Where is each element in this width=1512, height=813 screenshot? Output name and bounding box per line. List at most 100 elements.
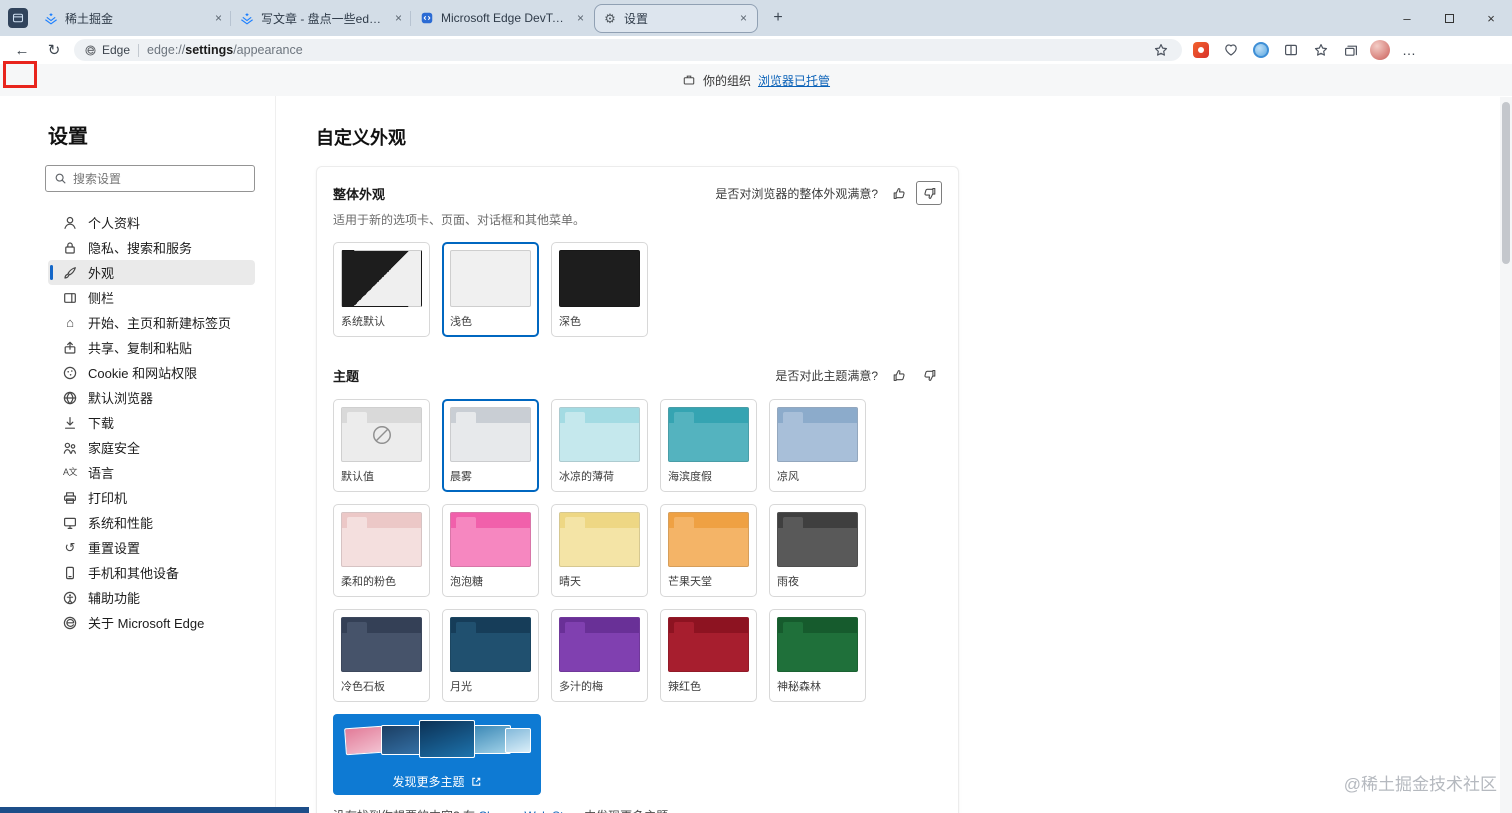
copilot-badge (1253, 42, 1269, 58)
appearance-option-dark[interactable]: 深色 (551, 242, 648, 337)
phone-icon (62, 565, 78, 581)
sidebar-item-label: 下载 (88, 413, 114, 432)
tab-close-icon[interactable]: × (575, 11, 586, 25)
refresh-button[interactable]: ↻ (42, 38, 66, 62)
close-icon: × (1487, 11, 1495, 26)
sidebar-item-start-home-new-tabs[interactable]: ⌂ 开始、主页和新建标签页 (48, 310, 255, 335)
sidebar-item-appearance[interactable]: 外观 (48, 260, 255, 285)
site-info-badge[interactable]: Edge (84, 43, 130, 57)
thumbs-down-button[interactable] (916, 181, 942, 205)
sidebar-item-profile[interactable]: 个人资料 (48, 210, 255, 235)
sidebar-item-downloads[interactable]: 下载 (48, 410, 255, 435)
sidebar-item-label: 关于 Microsoft Edge (88, 613, 204, 632)
tab-close-icon[interactable]: × (393, 11, 404, 25)
overall-appearance-heading: 整体外观 (333, 184, 385, 203)
theme-preview (668, 617, 749, 672)
theme-card-bubblegum[interactable]: 泡泡糖 (442, 504, 539, 597)
theme-card-default[interactable]: 默认值 (333, 399, 430, 492)
search-input[interactable] (73, 172, 246, 186)
favorites-icon[interactable] (1310, 39, 1332, 61)
sidebar-item-about[interactable]: 关于 Microsoft Edge (48, 610, 255, 635)
discover-more-themes-button[interactable]: 发现更多主题 (333, 714, 541, 795)
sidebar-item-privacy[interactable]: 隐私、搜索和服务 (48, 235, 255, 260)
sidebar-item-reset-settings[interactable]: ↺ 重置设置 (48, 535, 255, 560)
theme-card-rainy-night[interactable]: 雨夜 (769, 504, 866, 597)
tab-close-icon[interactable]: × (213, 11, 224, 25)
browser-logo-icon[interactable] (8, 8, 28, 28)
minimize-icon: – (1403, 11, 1410, 26)
theme-preview (668, 512, 749, 567)
tab-devtools-extension[interactable]: Microsoft Edge DevTools extens… × (412, 4, 594, 33)
theme-thumbnail (419, 720, 475, 758)
back-button[interactable]: ← (10, 38, 34, 62)
sidebar-item-label: 家庭安全 (88, 438, 140, 457)
sidebar-item-system-performance[interactable]: 系统和性能 (48, 510, 255, 535)
thumbs-up-button[interactable] (886, 181, 912, 205)
appearance-option-light[interactable]: 浅色 (442, 242, 539, 337)
theme-preview (777, 512, 858, 567)
theme-thumbnail (344, 726, 384, 756)
add-favorite-icon[interactable] (1150, 39, 1172, 61)
managed-link[interactable]: 浏览器已托管 (758, 72, 830, 89)
appearance-option-system-default[interactable]: 系统默认 (333, 242, 430, 337)
page-scrollbar[interactable] (1500, 97, 1512, 813)
theme-card-cool-slate[interactable]: 冷色石板 (333, 609, 430, 702)
tab-close-icon[interactable]: × (738, 11, 749, 25)
split-screen-icon[interactable] (1280, 39, 1302, 61)
sidebar-item-sidebar[interactable]: 侧栏 (48, 285, 255, 310)
sidebar-item-cookies-permissions[interactable]: Cookie 和网站权限 (48, 360, 255, 385)
theme-card-cool-breeze[interactable]: 凉风 (769, 399, 866, 492)
page-title: 自定义外观 (316, 124, 1512, 150)
tab-title: 设置 (624, 10, 731, 27)
theme-card-mango-paradise[interactable]: 芒果天堂 (660, 504, 757, 597)
search-settings-box[interactable] (45, 165, 255, 192)
new-tab-button[interactable]: + (764, 4, 792, 32)
theme-card-juicy-plum[interactable]: 多汁的梅 (551, 609, 648, 702)
tab-settings[interactable]: ⚙ 设置 × (594, 4, 758, 33)
chrome-web-store-link[interactable]: Chrome Web Store (478, 809, 581, 813)
theme-card-icy-mint[interactable]: 冰凉的薄荷 (551, 399, 648, 492)
theme-preview (450, 512, 531, 567)
thumbs-up-button[interactable] (886, 363, 912, 387)
browser-essentials-icon[interactable] (1220, 39, 1242, 61)
tab-title: 稀土掘金 (65, 10, 206, 27)
theme-card-spicy-red[interactable]: 辣红色 (660, 609, 757, 702)
sidebar-item-accessibility[interactable]: 辅助功能 (48, 585, 255, 610)
profile-avatar[interactable] (1370, 40, 1390, 60)
theme-heading: 主题 (333, 366, 359, 385)
sidebar-item-phone-devices[interactable]: 手机和其他设备 (48, 560, 255, 585)
scrollbar-thumb[interactable] (1502, 102, 1510, 264)
close-window-button[interactable]: × (1470, 0, 1512, 36)
thumbs-down-button[interactable] (916, 363, 942, 387)
sidebar-item-languages[interactable]: A文 语言 (48, 460, 255, 485)
devtools-icon (420, 11, 434, 25)
copilot-icon[interactable] (1250, 39, 1272, 61)
overall-feedback: 是否对浏览器的整体外观满意? (715, 181, 942, 205)
juejin-icon (44, 11, 58, 25)
theme-card-mystic-forest[interactable]: 神秘森林 (769, 609, 866, 702)
theme-card-seaside-vacation[interactable]: 海滨度假 (660, 399, 757, 492)
sidebar-item-default-browser[interactable]: 默认浏览器 (48, 385, 255, 410)
more-menu-icon[interactable]: … (1398, 42, 1421, 58)
tab-juejin-home[interactable]: 稀土掘金 × (36, 4, 232, 33)
extension-icon[interactable] (1190, 39, 1212, 61)
address-bar[interactable]: Edge edge://settings/appearance (74, 39, 1182, 61)
monitor-icon (62, 515, 78, 531)
tab-write-article[interactable]: 写文章 - 盘点一些edge浏览器还… × (232, 4, 412, 33)
sidebar-item-family-safety[interactable]: 家庭安全 (48, 435, 255, 460)
appearance-option-label: 深色 (559, 313, 640, 329)
theme-card-morning-mist[interactable]: 晨雾 (442, 399, 539, 492)
theme-card-moonlight[interactable]: 月光 (442, 609, 539, 702)
sidebar-item-share-copy-paste[interactable]: 共享、复制和粘贴 (48, 335, 255, 360)
feedback-question: 是否对浏览器的整体外观满意? (715, 185, 878, 202)
theme-card-soft-pink[interactable]: 柔和的粉色 (333, 504, 430, 597)
appearance-icon (62, 265, 78, 281)
collections-icon[interactable] (1340, 39, 1362, 61)
edge-logo-icon (84, 44, 97, 57)
maximize-button[interactable] (1428, 0, 1470, 36)
minimize-button[interactable]: – (1386, 0, 1428, 36)
appearance-option-label: 浅色 (450, 313, 531, 329)
theme-card-sunny-day[interactable]: 晴天 (551, 504, 648, 597)
sidebar-item-label: 系统和性能 (88, 513, 153, 532)
sidebar-item-printers[interactable]: 打印机 (48, 485, 255, 510)
